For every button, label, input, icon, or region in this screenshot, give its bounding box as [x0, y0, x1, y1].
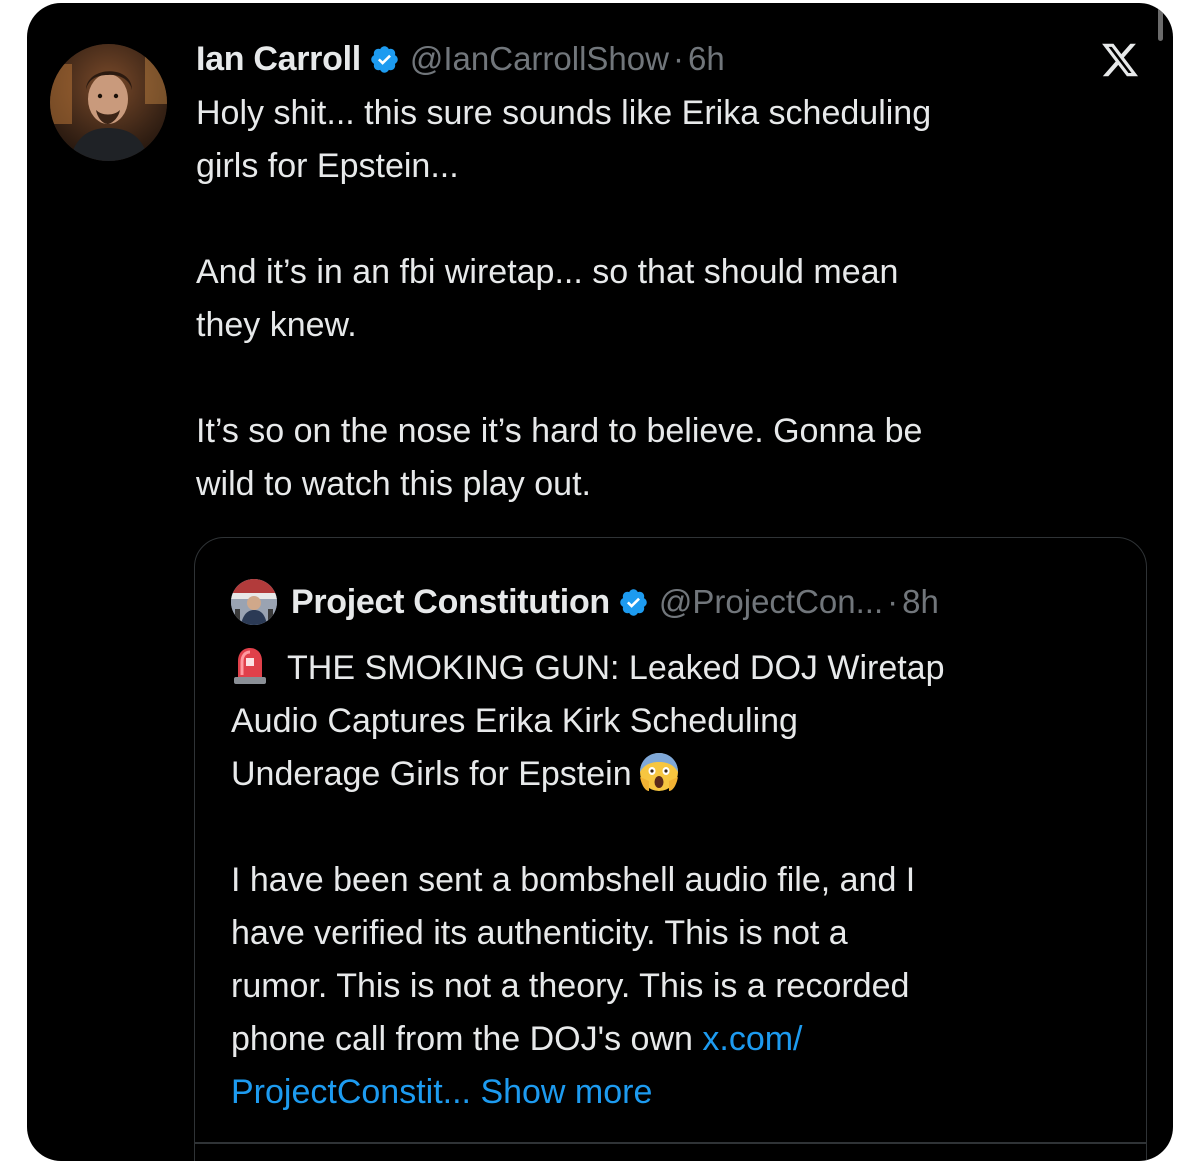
tweet-card[interactable]: Ian Carroll @IanCarrollShow · 6h Holy sh… [27, 3, 1173, 1161]
tweet-header: Ian Carroll @IanCarrollShow · 6h [196, 35, 725, 83]
quoted-tweet-header: Project Constitution @ProjectCon... · 8h [231, 578, 939, 626]
quoted-line-text: Underage Girls for Epstein [231, 755, 632, 793]
author-avatar[interactable] [50, 44, 167, 161]
quoted-line: ProjectConstit... Show more [231, 1066, 1111, 1119]
tweet-body: Holy shit... this sure sounds like Erika… [196, 87, 1136, 511]
tweet-line: they knew. [196, 306, 357, 344]
quoted-line: THE SMOKING GUN: Leaked DOJ Wiretap [231, 642, 1111, 695]
tweet-line: girls for Epstein... [196, 147, 459, 185]
quoted-author-name[interactable]: Project Constitution [291, 583, 610, 622]
author-name[interactable]: Ian Carroll [196, 40, 361, 79]
quoted-header-separator: · [887, 583, 899, 620]
rotating-light-emoji-icon [231, 645, 269, 685]
quoted-author-handle[interactable]: @ProjectCon... [659, 583, 883, 621]
verified-badge-icon [618, 587, 649, 618]
tweet-timestamp[interactable]: 6h [688, 40, 725, 78]
tweet-line: And it’s in an fbi wiretap... so that sh… [196, 253, 899, 291]
quoted-line: Audio Captures Erika Kirk Scheduling [231, 702, 798, 740]
verified-badge-icon [369, 44, 400, 75]
quoted-tweet-timestamp[interactable]: 8h [902, 583, 939, 621]
header-separator: · [672, 40, 684, 77]
show-more-link[interactable]: Show more [480, 1073, 652, 1111]
quoted-line: Underage Girls for Epstein [231, 748, 1111, 801]
quoted-line: have verified its authenticity. This is … [231, 914, 848, 952]
quoted-link[interactable]: x.com/ [702, 1020, 802, 1058]
x-logo-icon [1100, 40, 1140, 80]
author-handle[interactable]: @IanCarrollShow [410, 40, 669, 78]
avatar-photo [50, 44, 167, 161]
quoted-line-text: phone call from the DOJ's own [231, 1020, 703, 1058]
quoted-line: rumor. This is not a theory. This is a r… [231, 967, 910, 1005]
face-screaming-in-fear-emoji-icon [638, 751, 680, 793]
scrollbar-thumb[interactable] [1158, 7, 1163, 41]
quoted-line: I have been sent a bombshell audio file,… [231, 861, 916, 899]
quoted-tweet[interactable]: Project Constitution @ProjectCon... · 8h… [194, 537, 1147, 1161]
quoted-media-divider [195, 1142, 1146, 1144]
quoted-author-avatar[interactable] [231, 579, 277, 625]
quoted-tweet-body: THE SMOKING GUN: Leaked DOJ Wiretap Audi… [231, 642, 1111, 1119]
tweet-line: It’s so on the nose it’s hard to believe… [196, 412, 923, 450]
quoted-line: phone call from the DOJ's own x.com/ [231, 1013, 1111, 1066]
quoted-link-continued[interactable]: ProjectConstit... [231, 1073, 471, 1111]
tweet-line: wild to watch this play out. [196, 465, 591, 503]
tweet-line: Holy shit... this sure sounds like Erika… [196, 94, 932, 132]
quoted-line-text: THE SMOKING GUN: Leaked DOJ Wiretap [287, 649, 945, 687]
